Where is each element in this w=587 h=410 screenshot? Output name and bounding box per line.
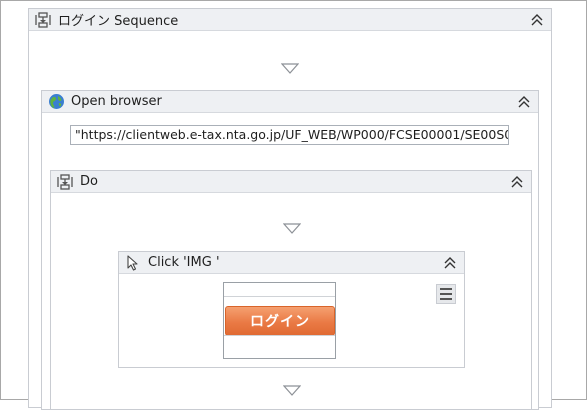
click-body: ログイン <box>119 274 464 367</box>
cursor-icon <box>124 254 142 272</box>
url-input[interactable]: "https://clientweb.e-tax.nta.go.jp/UF_WE… <box>70 125 509 145</box>
target-screenshot[interactable]: ログイン <box>223 282 336 359</box>
click-title: Click 'IMG ' <box>148 255 220 270</box>
open-browser-header[interactable]: Open browser <box>42 91 538 113</box>
drop-triangle-icon[interactable] <box>280 63 300 75</box>
drop-triangle-icon[interactable] <box>282 385 302 397</box>
screenshot-login-button: ログイン <box>225 306 335 336</box>
open-browser-activity[interactable]: Open browser "https://clientweb.e-tax.nt… <box>41 90 539 410</box>
collapse-do-icon[interactable] <box>509 174 525 190</box>
do-title: Do <box>80 174 98 189</box>
do-header[interactable]: Do <box>51 171 531 193</box>
sequence-title: ログイン Sequence <box>58 14 179 29</box>
sequence-icon <box>34 11 52 29</box>
hamburger-menu-icon[interactable] <box>436 284 456 304</box>
collapse-open-browser-icon[interactable] <box>516 94 532 110</box>
open-browser-title: Open browser <box>71 94 162 109</box>
drop-triangle-icon[interactable] <box>282 223 302 235</box>
collapse-sequence-icon[interactable] <box>529 12 545 28</box>
click-header[interactable]: Click 'IMG ' <box>119 252 464 274</box>
do-activity[interactable]: Do Click 'IMG ' ログイン <box>50 170 532 410</box>
sequence-icon <box>56 173 74 191</box>
workflow-designer-canvas: ログイン Sequence Open browser "https://clie… <box>0 0 587 410</box>
collapse-click-icon[interactable] <box>442 255 458 271</box>
globe-icon <box>47 93 65 111</box>
sequence-header[interactable]: ログイン Sequence <box>29 9 551 31</box>
sequence-activity[interactable]: ログイン Sequence Open browser "https://clie… <box>28 8 552 410</box>
click-activity[interactable]: Click 'IMG ' ログイン <box>118 251 465 368</box>
